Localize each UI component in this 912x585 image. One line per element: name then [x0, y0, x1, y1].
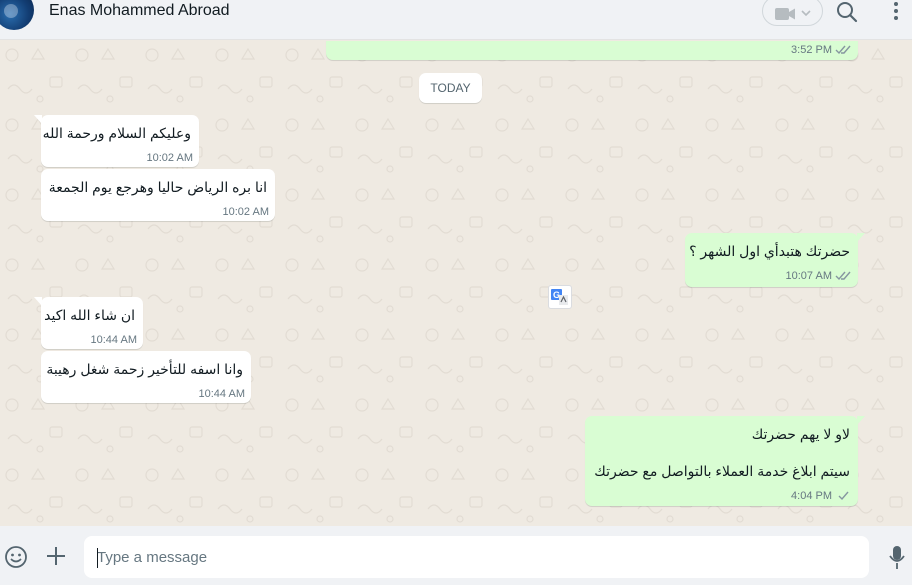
attach-button[interactable]	[46, 546, 66, 566]
message-bubble-outgoing[interactable]: حضرتك هتبدأي اول الشهر ؟ 10:07 AM	[685, 233, 865, 287]
message-time: 3:52 PM	[791, 44, 832, 56]
message-time: 10:44 AM	[90, 334, 137, 346]
message-text: ان شاء الله اكيد	[44, 307, 135, 323]
message-bubble-incoming[interactable]: وعليكم السلام ورحمة الله 10:02 AM	[34, 115, 199, 167]
message-text: انا بره الرياض حاليا وهرجع يوم الجمعة	[48, 179, 267, 195]
voice-message-button[interactable]	[888, 545, 906, 571]
video-call-icon	[775, 8, 811, 20]
text-caret	[97, 548, 98, 568]
message-bubble-outgoing[interactable]: 3:52 PM	[326, 41, 858, 60]
message-bubble-incoming[interactable]: انا بره الرياض حاليا وهرجع يوم الجمعة 10…	[41, 169, 275, 221]
message-input[interactable]	[84, 536, 869, 578]
bubble-tail	[34, 115, 42, 124]
translate-icon[interactable]: G	[548, 285, 572, 309]
search-icon	[837, 2, 858, 23]
chat-header: Enas Mohammed Abroad	[0, 0, 912, 40]
bubble-tail	[857, 416, 865, 425]
contact-name[interactable]: Enas Mohammed Abroad	[49, 2, 230, 20]
message-time: 4:04 PM	[791, 490, 832, 502]
message-bubble-incoming[interactable]: وانا اسفه للتأخير زحمة شغل رهيبة 10:44 A…	[41, 351, 251, 403]
search-button[interactable]	[836, 1, 858, 23]
menu-button[interactable]	[888, 1, 904, 23]
video-call-button[interactable]	[762, 0, 823, 26]
sent-tick-icon	[838, 491, 849, 501]
message-text-line-1: لاو لا يهم حضرتك	[751, 426, 850, 442]
message-time: 10:44 AM	[198, 388, 245, 400]
bubble-tail	[34, 297, 42, 306]
emoji-button[interactable]	[4, 545, 28, 569]
message-bubble-outgoing[interactable]: لاو لا يهم حضرتك سيتم ابلاغ خدمة العملاء…	[585, 416, 865, 506]
read-ticks-icon	[835, 271, 851, 281]
day-divider: TODAY	[419, 73, 482, 103]
bubble-tail	[857, 233, 865, 242]
read-ticks-icon	[835, 45, 851, 55]
composer-bar	[0, 526, 912, 585]
plus-icon	[47, 547, 65, 565]
chevron-down-icon	[801, 10, 811, 17]
message-list[interactable]: 3:52 PM TODAY وعليكم السلام ورحمة الله 1…	[0, 41, 912, 526]
menu-icon	[894, 2, 898, 20]
svg-text:G: G	[553, 290, 560, 300]
message-time: 10:02 AM	[146, 152, 193, 164]
message-time: 10:07 AM	[785, 270, 832, 282]
message-text-line-2: سيتم ابلاغ خدمة العملاء بالتواصل مع حضرت…	[594, 463, 850, 479]
message-text: وعليكم السلام ورحمة الله	[42, 125, 191, 141]
microphone-icon	[889, 546, 905, 569]
translate-glyph: G	[551, 289, 568, 305]
emoji-icon	[5, 546, 27, 568]
message-text: وانا اسفه للتأخير زحمة شغل رهيبة	[46, 361, 243, 377]
message-time: 10:02 AM	[222, 206, 269, 218]
message-text: حضرتك هتبدأي اول الشهر ؟	[689, 243, 850, 259]
message-bubble-incoming[interactable]: ان شاء الله اكيد 10:44 AM	[34, 297, 143, 349]
contact-avatar[interactable]	[0, 0, 34, 30]
